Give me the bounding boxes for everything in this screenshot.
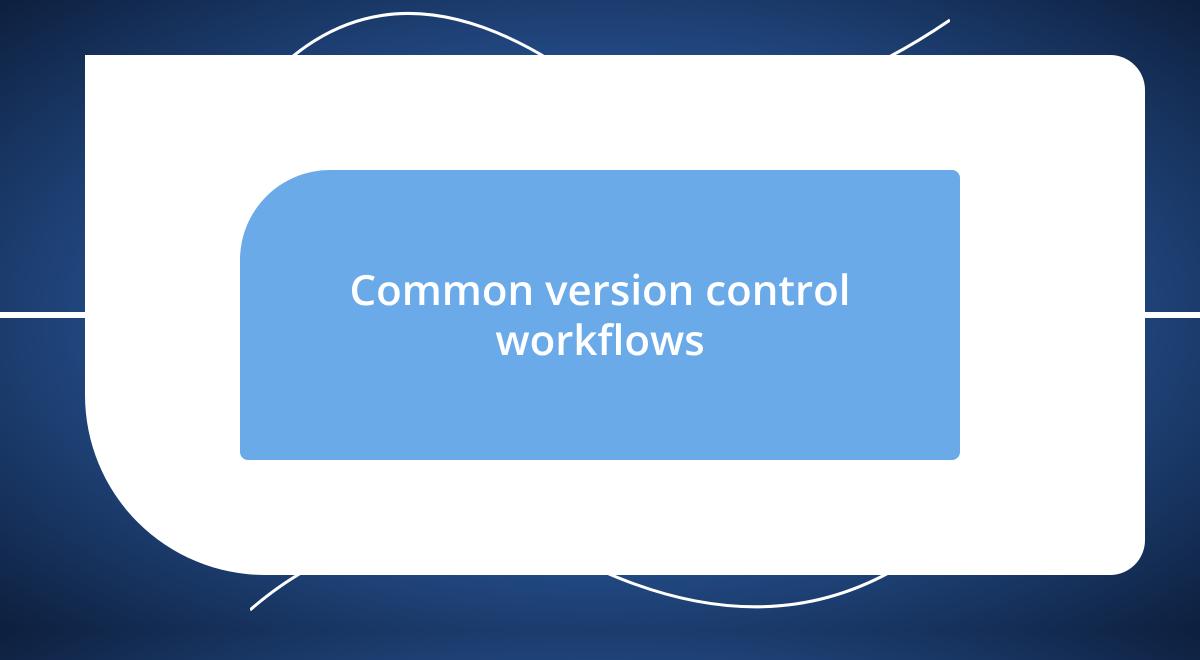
card-title: Common version control workflows bbox=[280, 265, 920, 366]
title-card: Common version control workflows bbox=[240, 170, 960, 460]
